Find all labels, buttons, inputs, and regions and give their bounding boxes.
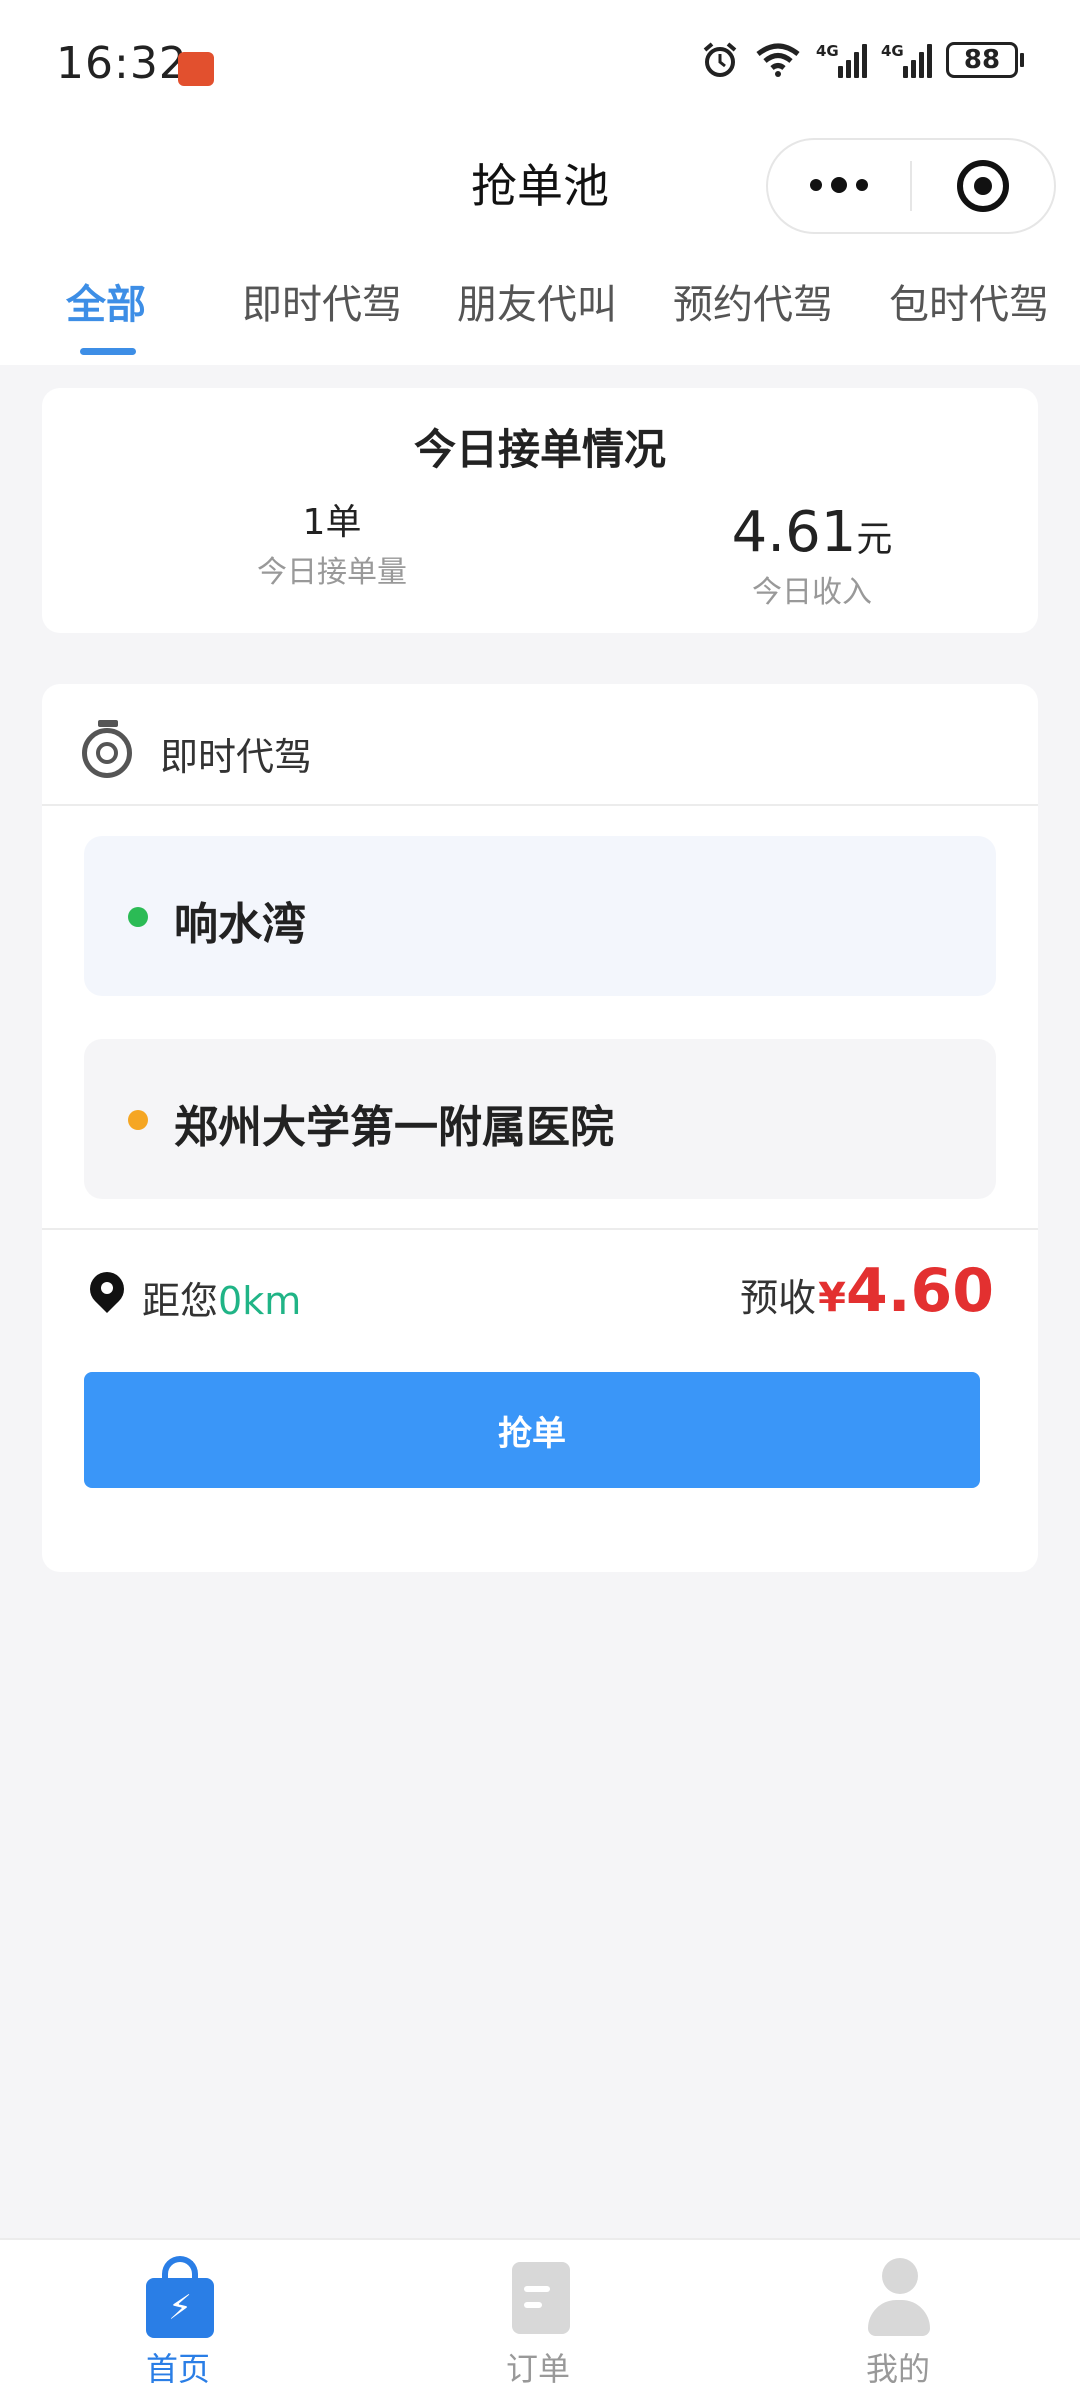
tab-reserve[interactable]: 预约代驾 xyxy=(673,272,833,330)
order-type: 即时代驾 xyxy=(160,735,313,779)
grab-order-button[interactable]: 抢单 xyxy=(84,1372,980,1488)
tab-friend[interactable]: 朋友代叫 xyxy=(457,272,617,330)
today-stats-card: 今日接单情况 1单 今日接单量 4.61元 今日收入 xyxy=(42,388,1038,633)
pickup-address: 响水湾 xyxy=(84,836,996,996)
destination-name: 郑州大学第一附属医院 xyxy=(174,1102,614,1153)
order-header: 即时代驾 xyxy=(42,684,1038,806)
tabbar-home-label: 首页 xyxy=(145,2350,210,2388)
network-type-label: 4G xyxy=(816,42,839,60)
home-bag-icon: ⚡ xyxy=(146,2256,214,2338)
battery-level: 88 xyxy=(946,42,1018,78)
destination-address: 郑州大学第一附属医院 xyxy=(84,1039,996,1199)
fare-prefix: 预收 xyxy=(740,1276,817,1320)
signal-icon: 4G xyxy=(816,42,867,78)
bottom-tabbar: ⚡ 首页 订单 我的 xyxy=(0,2238,1080,2388)
income-unit: 元 xyxy=(856,519,893,560)
tab-hourly[interactable]: 包时代驾 xyxy=(889,272,1049,330)
tab-all[interactable]: 全部 xyxy=(66,272,146,330)
orders-value: 1单 xyxy=(302,502,362,543)
tabbar-home[interactable]: ⚡ 首页 xyxy=(78,2240,278,2388)
tab-instant[interactable]: 即时代驾 xyxy=(242,272,402,330)
income-label: 今日收入 xyxy=(752,575,872,610)
pickup-name: 响水湾 xyxy=(174,899,306,950)
profile-icon xyxy=(868,2258,930,2338)
close-target-icon[interactable] xyxy=(912,160,1054,212)
distance-value: 0km xyxy=(218,1279,302,1323)
tabbar-profile-label: 我的 xyxy=(865,2350,930,2388)
fare-currency: ¥ xyxy=(818,1275,846,1321)
fare-amount: 4.60 xyxy=(845,1256,994,1326)
stats-title: 今日接单情况 xyxy=(413,425,666,474)
destination-dot-icon xyxy=(128,1110,148,1130)
location-pin-icon xyxy=(82,1264,132,1314)
fare-text: 预收 ¥ 4.60 xyxy=(740,1256,994,1326)
tabbar-orders-label: 订单 xyxy=(505,2350,570,2388)
battery-icon: 88 xyxy=(946,42,1024,78)
active-tab-indicator xyxy=(80,348,136,355)
divider xyxy=(42,1228,1038,1230)
pickup-dot-icon xyxy=(128,907,148,927)
more-icon[interactable] xyxy=(768,177,910,193)
distance-text: 距您0km xyxy=(142,1270,301,1325)
alarm-icon xyxy=(703,42,737,77)
signal-icon: 4G xyxy=(881,42,932,78)
income-stat: 4.61元 今日收入 xyxy=(662,500,962,611)
stopwatch-icon xyxy=(82,720,134,778)
orders-label: 今日接单量 xyxy=(257,555,407,590)
income-value: 4.61 xyxy=(731,500,857,565)
app-notification-icon xyxy=(178,52,214,86)
category-tabs: 全部 即时代驾 朋友代叫 预约代驾 包时代驾 xyxy=(0,272,1080,362)
order-doc-icon xyxy=(512,2262,570,2334)
status-time: 16:32 xyxy=(56,38,188,89)
mini-program-capsule xyxy=(766,138,1056,234)
wifi-icon xyxy=(756,43,800,77)
tabbar-orders[interactable]: 订单 xyxy=(438,2240,638,2388)
distance-prefix: 距您 xyxy=(142,1279,219,1323)
orders-stat: 1单 今日接单量 xyxy=(202,493,462,591)
order-card: 即时代驾 响水湾 郑州大学第一附属医院 距您0km 预收 ¥ 4.60 抢单 xyxy=(42,684,1038,1572)
tabbar-profile[interactable]: 我的 xyxy=(798,2240,998,2388)
network-type-label: 4G xyxy=(881,42,904,60)
status-icons: 4G 4G 88 xyxy=(700,40,1024,80)
